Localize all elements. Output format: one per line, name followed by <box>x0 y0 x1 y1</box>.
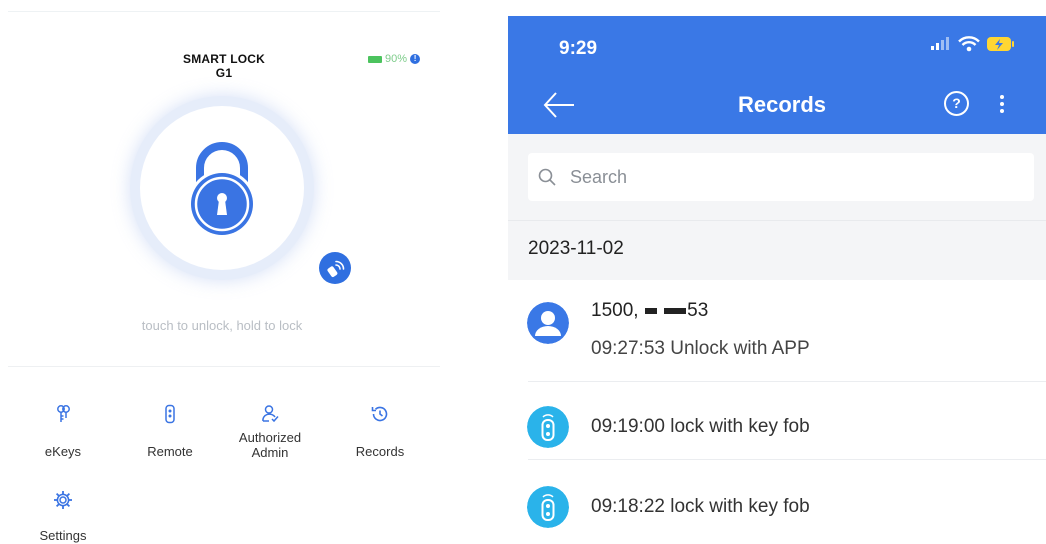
battery-charging-icon <box>987 37 1014 51</box>
user-avatar-icon <box>527 302 569 344</box>
padlock-icon[interactable] <box>178 138 266 238</box>
menu-records[interactable]: Records <box>340 404 420 459</box>
page-title: Records <box>737 92 827 117</box>
records-icon <box>371 406 388 422</box>
help-button[interactable]: ? <box>944 91 969 116</box>
signal-icon <box>931 37 949 50</box>
menu-ekeys[interactable]: eKeys <box>23 404 103 459</box>
divider <box>8 11 440 12</box>
battery-status: 90% ! <box>368 53 421 65</box>
settings-icon <box>54 491 72 509</box>
record-user-suffix: 53 <box>687 300 709 321</box>
status-icons <box>930 36 1016 52</box>
record-row[interactable]: 09:19:00 lock with key fob <box>508 382 1046 460</box>
key-fob-icon <box>527 486 569 528</box>
search-area <box>508 134 1046 220</box>
lock-control-screen: SMART LOCK G1 90% ! touch to unlock, hol… <box>0 0 468 544</box>
status-time: 9:29 <box>559 38 598 59</box>
divider <box>8 366 440 367</box>
lock-hint: touch to unlock, hold to lock <box>141 318 303 333</box>
record-detail: 09:19:00 lock with key fob <box>591 416 810 437</box>
menu-records-label: Records <box>355 444 405 459</box>
back-arrow-icon[interactable] <box>542 90 576 120</box>
record-row[interactable]: 09:18:22 lock with key fob <box>508 460 1046 544</box>
record-row[interactable]: 1500, 53 09:27:53 Unlock with APP <box>508 280 1046 382</box>
menu-authorized-label-line1: Authorized <box>238 430 302 445</box>
battery-icon <box>368 55 382 63</box>
record-detail: 09:18:22 lock with key fob <box>591 496 810 517</box>
key-fob-icon <box>527 406 569 448</box>
menu-authorized-admin[interactable]: Authorized Admin <box>230 404 310 460</box>
record-user-prefix: 1500 <box>591 300 634 321</box>
search-box[interactable] <box>528 153 1034 201</box>
remote-icon <box>165 404 175 424</box>
lock-name: SMART LOCK G1 <box>183 52 265 80</box>
wifi-icon <box>958 36 980 52</box>
menu-remote[interactable]: Remote <box>130 404 210 459</box>
authorized-admin-icon <box>262 405 279 423</box>
more-options-icon[interactable] <box>996 92 1008 118</box>
remote-unlock-button[interactable] <box>319 252 351 284</box>
record-user: 1500, 53 <box>591 300 709 321</box>
date-label: 2023-11-02 <box>528 238 624 259</box>
menu-settings[interactable]: Settings <box>23 490 103 543</box>
menu-authorized-label-line2: Admin <box>251 445 289 460</box>
record-detail: 09:27:53 Unlock with APP <box>591 338 810 359</box>
records-screen: 9:29 Records ? Search 2023-11-02 1500, 5… <box>508 16 1046 544</box>
menu-remote-label: Remote <box>147 444 193 459</box>
menu-settings-label: Settings <box>39 528 87 543</box>
search-icon <box>538 168 556 186</box>
ekeys-icon <box>57 405 70 422</box>
search-input[interactable] <box>570 153 1010 201</box>
date-group-header: 2023-11-02 <box>508 220 1046 280</box>
menu-ekeys-label: eKeys <box>44 444 82 459</box>
battery-percent: 90% <box>385 53 408 65</box>
app-bar: 9:29 Records ? <box>508 16 1046 134</box>
key-fob-signal-icon <box>327 260 345 278</box>
info-icon[interactable]: ! <box>410 54 421 64</box>
